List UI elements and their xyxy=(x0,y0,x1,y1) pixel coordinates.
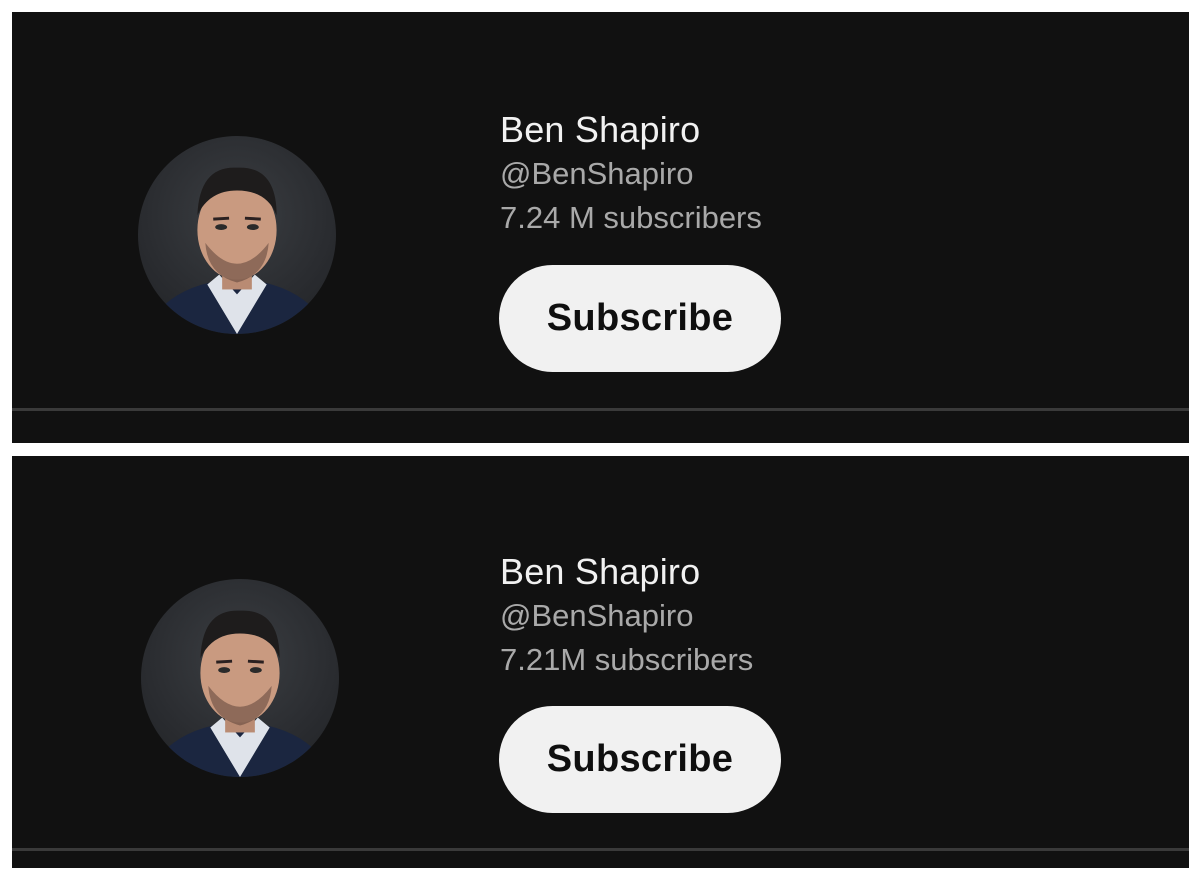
channel-handle: @BenShapiro xyxy=(500,598,694,633)
channel-header-after: Ben Shapiro @BenShapiro 7.21M subscriber… xyxy=(12,456,1189,868)
channel-name[interactable]: Ben Shapiro xyxy=(500,550,753,594)
channel-header-before: Ben Shapiro @BenShapiro 7.24 M subscribe… xyxy=(12,12,1189,443)
channel-name[interactable]: Ben Shapiro xyxy=(500,108,762,152)
subscriber-count: 7.24 M subscribers xyxy=(500,200,762,235)
divider xyxy=(12,408,1189,411)
subscribe-button[interactable]: Subscribe xyxy=(499,265,781,372)
avatar-portrait-icon xyxy=(148,610,332,777)
channel-info: Ben Shapiro @BenShapiro 7.24 M subscribe… xyxy=(500,108,762,240)
divider xyxy=(12,848,1189,851)
channel-avatar[interactable] xyxy=(141,579,339,777)
subscribe-button[interactable]: Subscribe xyxy=(499,706,781,813)
channel-info: Ben Shapiro @BenShapiro 7.21M subscriber… xyxy=(500,550,753,682)
channel-avatar[interactable] xyxy=(138,136,336,334)
avatar-portrait-icon xyxy=(145,167,329,334)
subscriber-count: 7.21M subscribers xyxy=(500,642,754,677)
channel-handle: @BenShapiro xyxy=(500,156,694,191)
